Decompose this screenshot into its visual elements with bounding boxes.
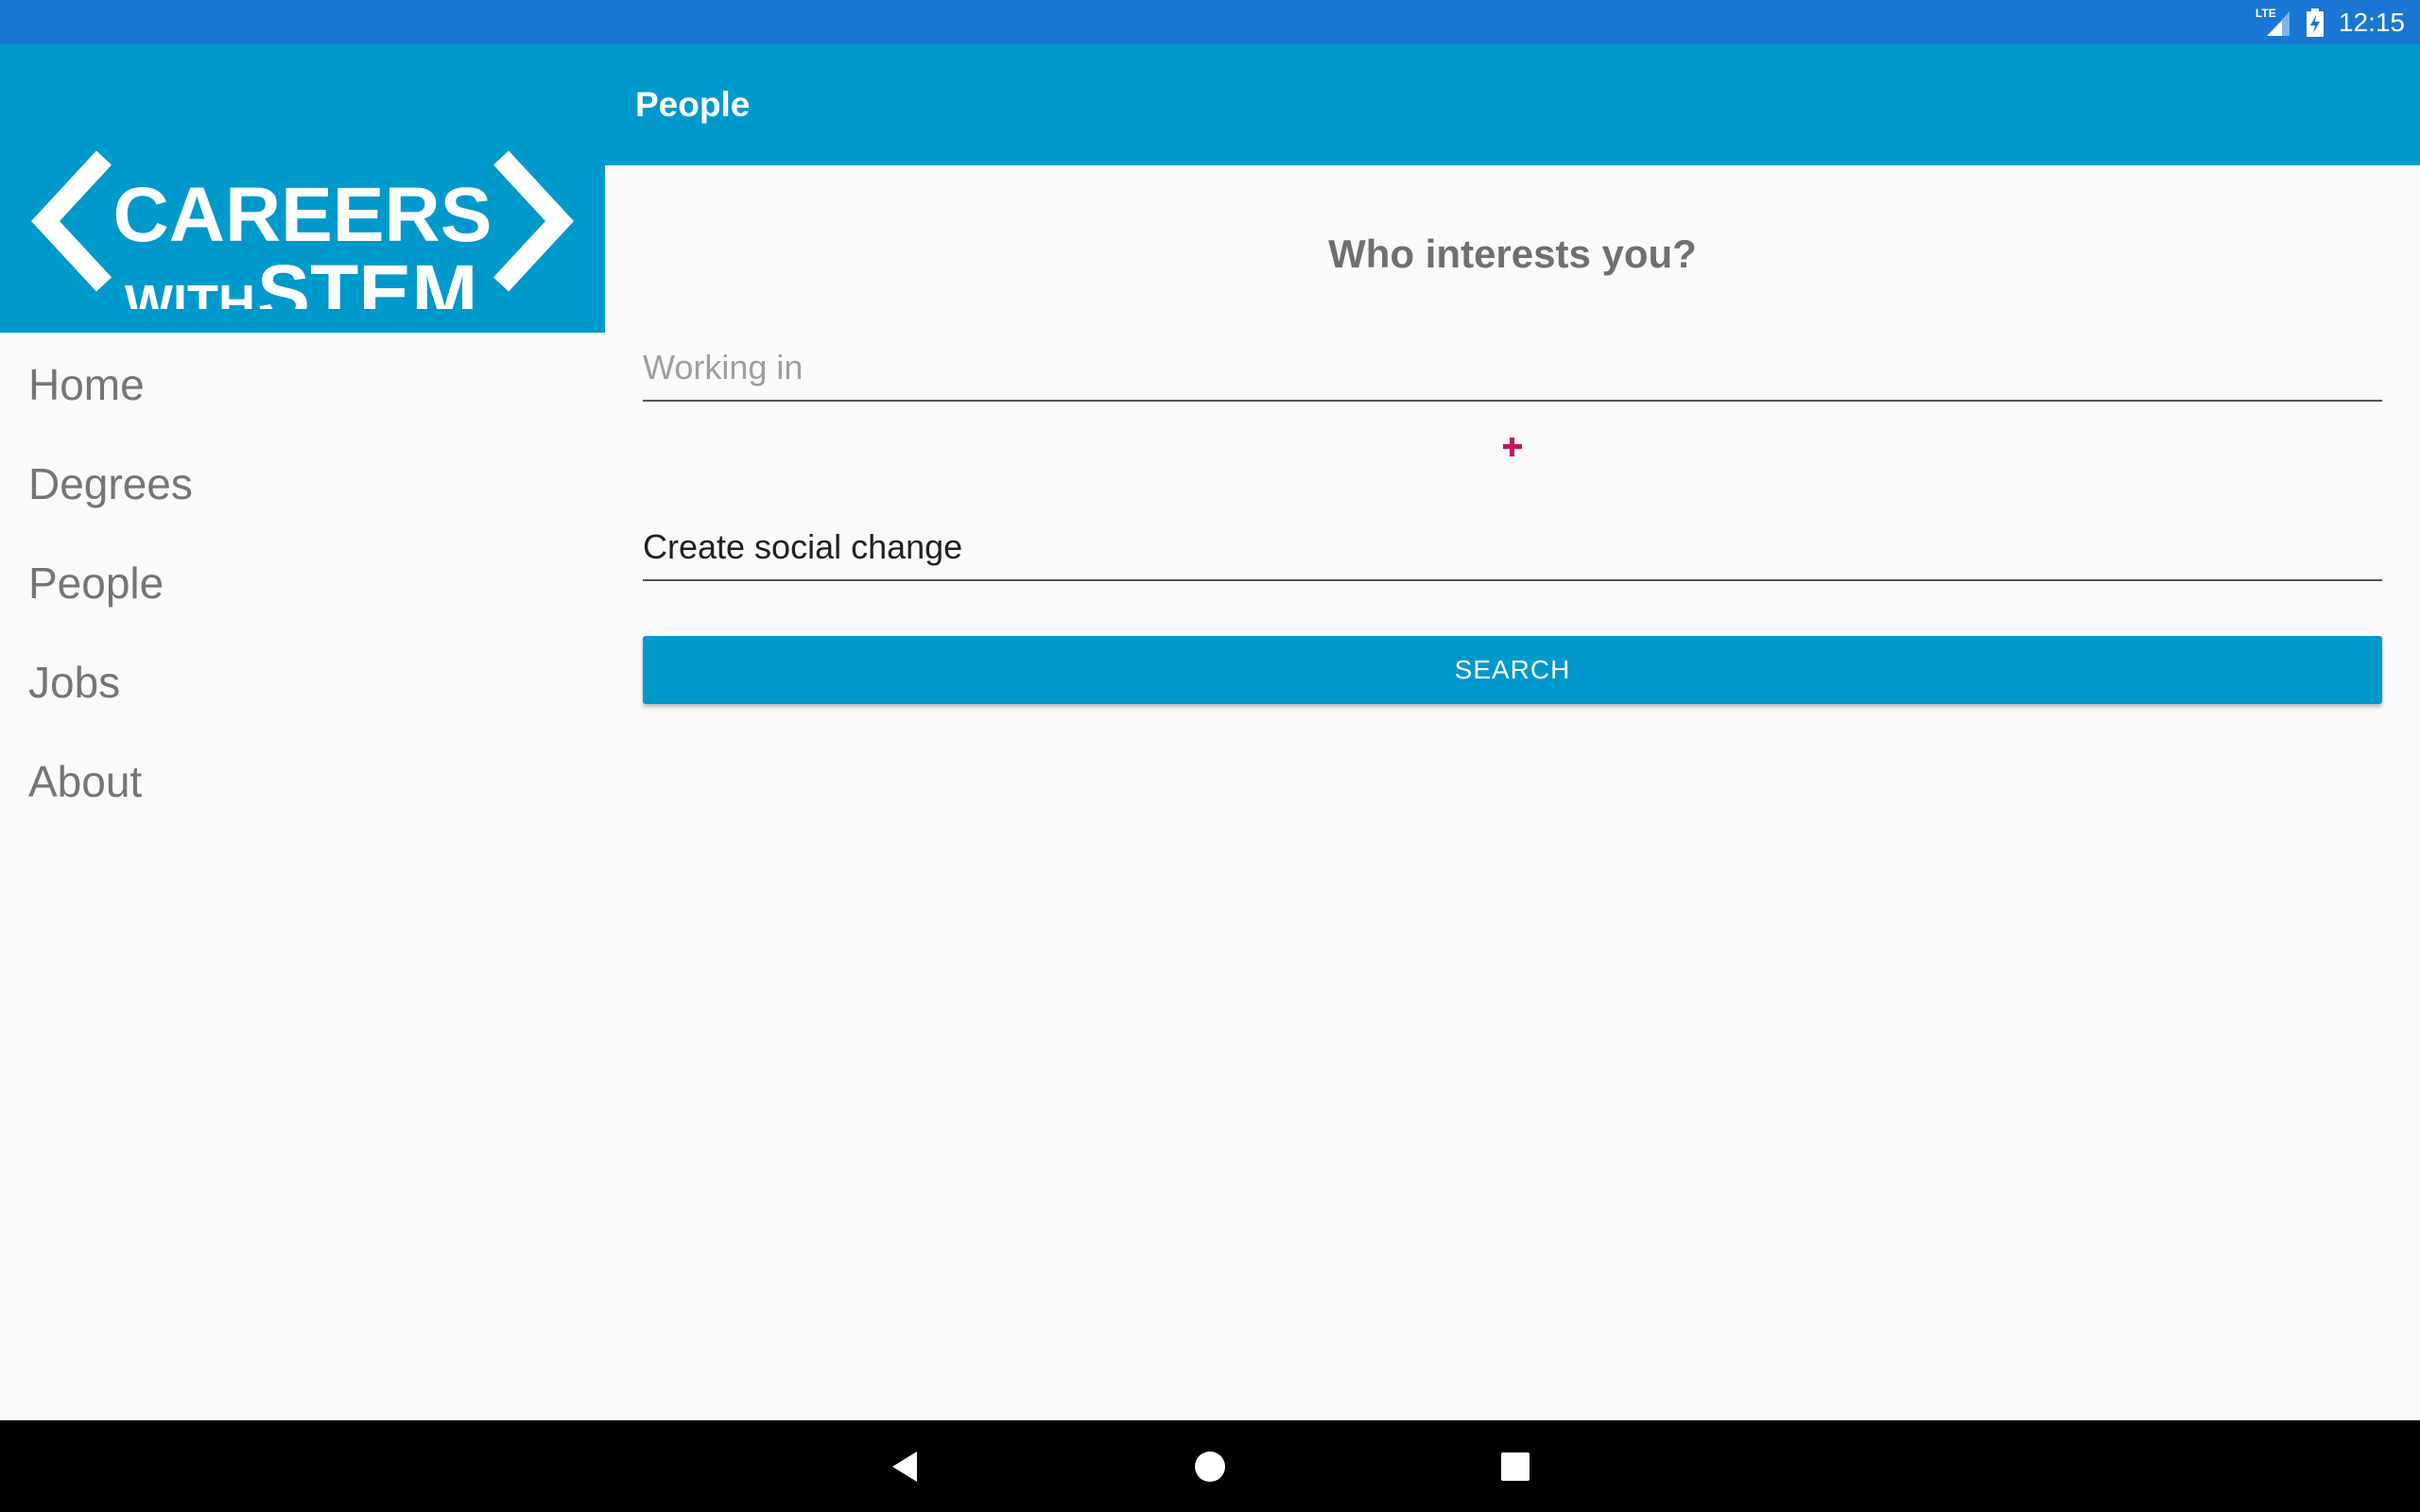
recents-icon[interactable] xyxy=(1495,1447,1535,1486)
careers-with-stem-logo: CAREERS WITH STEM xyxy=(31,150,574,309)
back-icon[interactable] xyxy=(885,1447,925,1486)
goal-input[interactable] xyxy=(643,515,2382,579)
drawer-item-jobs[interactable]: Jobs xyxy=(0,632,605,731)
drawer-header: CAREERS WITH STEM xyxy=(0,44,605,333)
system-navigation-bar xyxy=(0,1420,2420,1512)
form-heading: Who interests you? xyxy=(1328,232,1697,276)
goal-field[interactable] xyxy=(643,515,2382,581)
drawer-item-about[interactable]: About xyxy=(0,731,605,831)
app-bar: People xyxy=(605,44,2420,165)
page-title: People xyxy=(635,85,751,124)
drawer-item-people[interactable]: People xyxy=(0,533,605,632)
search-button[interactable]: SEARCH xyxy=(643,636,2382,704)
signal-icon: LTE xyxy=(2256,8,2291,38)
drawer-item-degrees[interactable]: Degrees xyxy=(0,434,605,533)
logo-line1: CAREERS xyxy=(113,172,493,258)
drawer-menu: Home Degrees People Jobs About xyxy=(0,335,605,831)
status-bar: LTE 12:15 xyxy=(0,0,2420,44)
working-in-field[interactable] xyxy=(643,335,2382,402)
plus-icon xyxy=(1503,438,1522,456)
clock: 12:15 xyxy=(2338,7,2405,37)
people-search-form: Who interests you? SEARCH xyxy=(605,165,2420,1420)
battery-charging-icon xyxy=(2305,8,2325,38)
home-icon[interactable] xyxy=(1190,1447,1230,1486)
status-icons: LTE 12:15 xyxy=(2256,0,2405,44)
drawer-item-home[interactable]: Home xyxy=(0,335,605,434)
logo-with: WITH xyxy=(125,275,255,309)
network-type: LTE xyxy=(2255,6,2276,20)
working-in-input[interactable] xyxy=(643,335,2382,400)
logo-stem: STEM xyxy=(257,249,477,309)
navigation-drawer: CAREERS WITH STEM Home Degrees People Jo… xyxy=(0,44,605,1420)
